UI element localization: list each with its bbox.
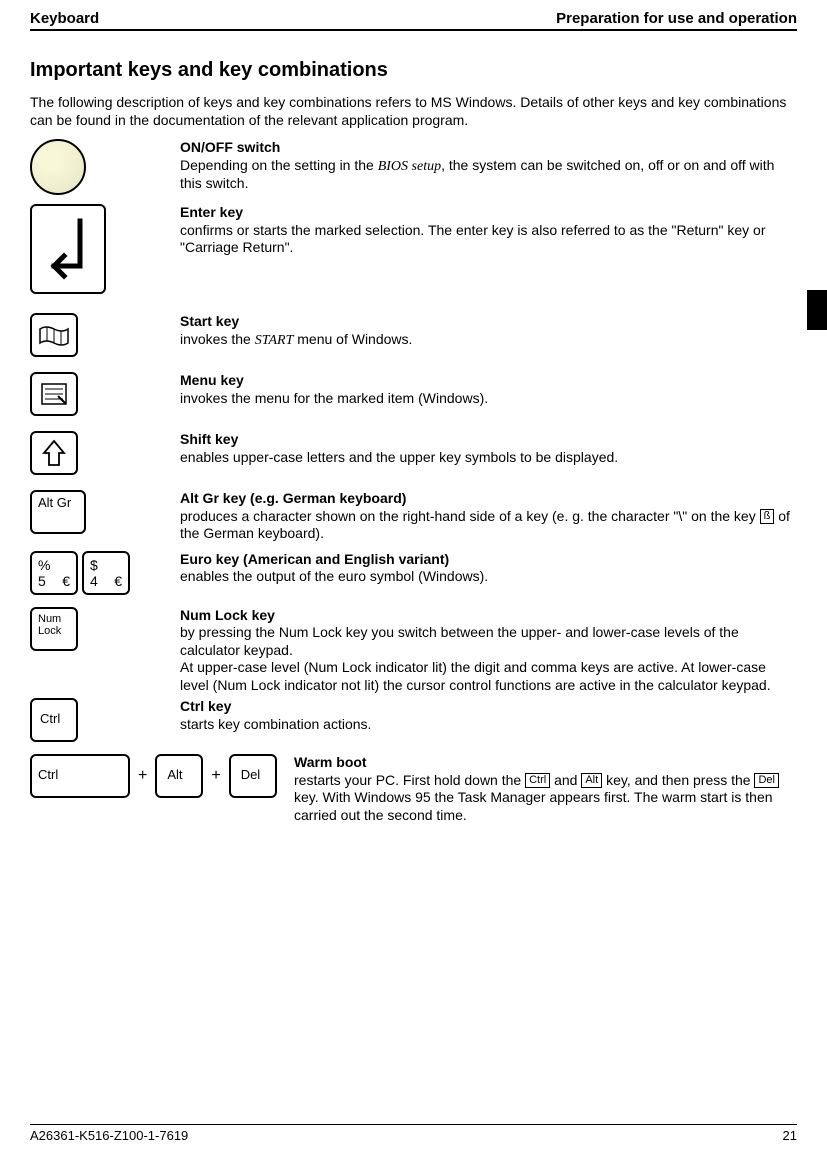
ctrl-alt-del-combo: Ctrl + Alt + Del [30,754,294,798]
row-numlock: Num Lock Num Lock key by pressing the Nu… [30,607,797,695]
altgr-body: produces a character shown on the right-… [180,508,790,542]
euro-title: Euro key (American and English variant) [180,551,797,569]
altgr-key-icon: Alt Gr [30,490,86,534]
euro-icon: € [62,573,70,589]
page-footer: A26361-K516-Z100-1-7619 21 [30,1124,797,1143]
page: Keyboard Preparation for use and operati… [0,0,827,1155]
ctrl-body: starts key combination actions. [180,716,371,732]
alt-key-icon: Alt [155,754,203,798]
del-inline-icon: Del [754,773,779,788]
euro-icon: € [114,573,122,589]
heading-main: Important keys and key combinations [30,59,797,82]
alt-inline-icon: Alt [581,773,602,788]
header-left: Keyboard [30,10,99,27]
shift-title: Shift key [180,431,797,449]
ctrl-key-icon: Ctrl [30,754,130,798]
onoff-title: ON/OFF switch [180,139,797,157]
plus-icon: + [138,767,147,785]
warmboot-body: restarts your PC. First hold down the Ct… [294,772,779,823]
ctrl-title: Ctrl key [180,698,797,716]
numlock-key-icon: Num Lock [30,607,78,651]
row-onoff: ON/OFF switch Depending on the setting i… [30,139,797,198]
row-euro: % 5 € $ 4 € Euro key (American and Engli… [30,551,797,595]
ctrl-key-icon: Ctrl [30,698,78,742]
enter-title: Enter key [180,204,797,222]
windows-key-icon [30,313,78,357]
row-shift: Shift key enables upper-case letters and… [30,431,797,476]
euro-body: enables the output of the euro symbol (W… [180,568,488,584]
shift-key-icon [30,431,78,475]
intro-paragraph: The following description of keys and ke… [30,94,797,129]
page-header: Keyboard Preparation for use and operati… [30,10,797,31]
shift-body: enables upper-case letters and the upper… [180,449,618,465]
numlock-body: by pressing the Num Lock key you switch … [180,624,771,693]
sidebar-thumb-mark [807,290,827,330]
warmboot-title: Warm boot [294,754,797,772]
footer-pagenum: 21 [783,1128,797,1143]
power-button-icon [30,139,86,195]
five-percent-euro-key-icon: % 5 € [30,551,78,595]
start-body: invokes the START menu of Windows. [180,331,412,347]
row-altgr: Alt Gr Alt Gr key (e.g. German keyboard)… [30,490,797,543]
plus-icon: + [211,767,220,785]
row-start: Start key invokes the START menu of Wind… [30,313,797,358]
menu-title: Menu key [180,372,797,390]
enter-key-icon [30,204,106,294]
del-key-icon: Del [229,754,277,798]
eszett-key-icon: ß [760,509,775,524]
menu-body: invokes the menu for the marked item (Wi… [180,390,488,406]
row-ctrl: Ctrl Ctrl key starts key combination act… [30,698,797,742]
onoff-body: Depending on the setting in the BIOS set… [180,157,774,192]
footer-docnum: A26361-K516-Z100-1-7619 [30,1128,188,1143]
numlock-title: Num Lock key [180,607,797,625]
row-enter: Enter key confirms or starts the marked … [30,204,797,295]
start-title: Start key [180,313,797,331]
header-right: Preparation for use and operation [556,10,797,27]
row-warmboot: Ctrl + Alt + Del Warm boot restarts your… [30,754,797,824]
menu-key-icon [30,372,78,416]
row-menu: Menu key invokes the menu for the marked… [30,372,797,417]
altgr-title: Alt Gr key (e.g. German keyboard) [180,490,797,508]
enter-body: confirms or starts the marked selection.… [180,222,765,256]
four-dollar-euro-key-icon: $ 4 € [82,551,130,595]
ctrl-inline-icon: Ctrl [525,773,550,788]
